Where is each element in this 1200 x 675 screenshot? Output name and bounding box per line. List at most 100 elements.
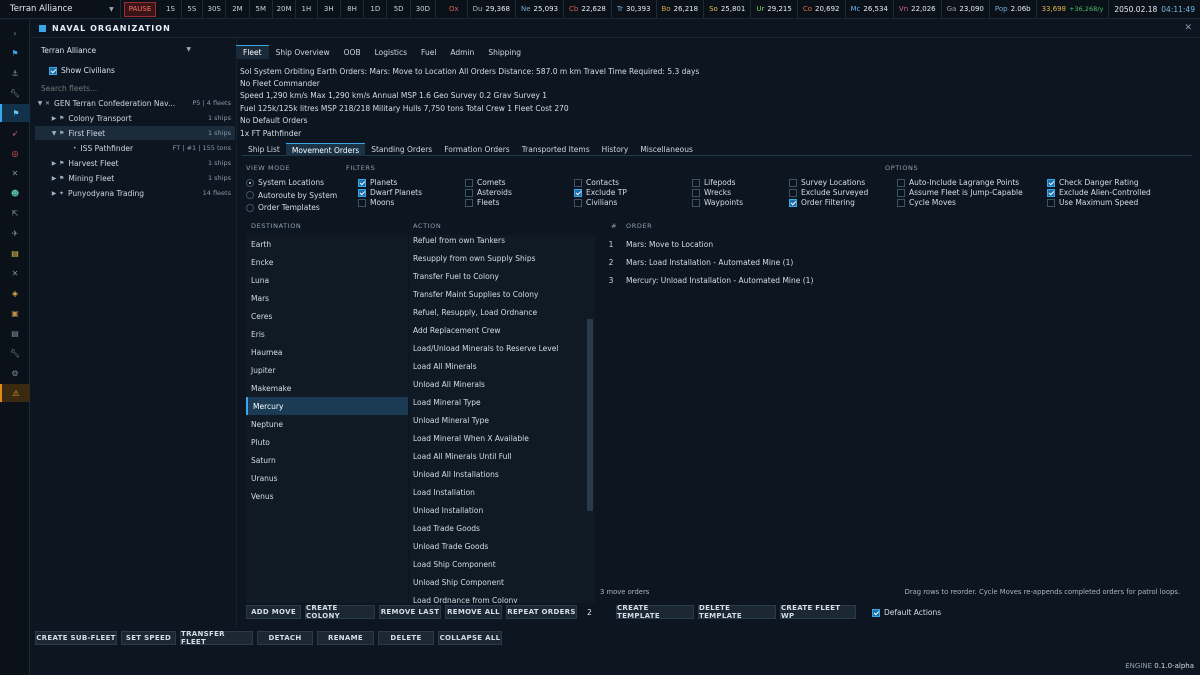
tab-shipping[interactable]: Shipping bbox=[481, 45, 528, 59]
tag-icon[interactable]: ◈ bbox=[0, 284, 30, 302]
chevron-down-icon[interactable]: ▼ bbox=[49, 130, 59, 137]
tree-item-harvest-fleet[interactable]: ▶ ⚑ Harvest Fleet 1 ships bbox=[35, 156, 235, 170]
filter-checkbox[interactable] bbox=[358, 198, 366, 207]
speed-20m-button[interactable]: 20M bbox=[273, 0, 297, 19]
destination-saturn[interactable]: Saturn bbox=[246, 451, 408, 469]
cross-icon[interactable]: ✕ bbox=[0, 164, 30, 182]
speed-1d-button[interactable]: 1D bbox=[364, 0, 388, 19]
destination-encke[interactable]: Encke bbox=[246, 253, 408, 271]
speed-1h-button[interactable]: 1H bbox=[296, 0, 318, 19]
option-checkbox[interactable] bbox=[897, 198, 905, 207]
destination-uranus[interactable]: Uranus bbox=[246, 469, 408, 487]
destination-mars[interactable]: Mars bbox=[246, 289, 408, 307]
chevron-right-icon[interactable]: ▶ bbox=[49, 190, 59, 197]
speed-30s-button[interactable]: 30S bbox=[203, 0, 227, 19]
tab-oob[interactable]: OOB bbox=[337, 45, 368, 59]
filter-checkbox[interactable] bbox=[465, 178, 473, 187]
filter-fleets[interactable]: Fleets bbox=[465, 198, 499, 207]
filter-checkbox[interactable] bbox=[692, 178, 700, 187]
destination-neptune[interactable]: Neptune bbox=[246, 415, 408, 433]
view-mode-system-locations[interactable]: System Locations bbox=[246, 178, 324, 187]
anchor-icon[interactable]: ⚓ bbox=[0, 64, 30, 82]
speed-5m-button[interactable]: 5M bbox=[250, 0, 273, 19]
destination-pluto[interactable]: Pluto bbox=[246, 433, 408, 451]
speed-3h-button[interactable]: 3H bbox=[318, 0, 341, 19]
filter-dwarf-planets[interactable]: Dwarf Planets bbox=[358, 188, 422, 197]
create-fleet-wp-button[interactable]: CREATE FLEET WP bbox=[780, 604, 856, 620]
order-row[interactable]: 3 Mercury: Unload Installation - Automate… bbox=[596, 271, 1186, 289]
action-load-all-minerals-until-full[interactable]: Load All Minerals Until Full bbox=[409, 447, 589, 465]
option-check-danger-rating[interactable]: Check Danger Rating bbox=[1047, 178, 1139, 187]
expand-icon[interactable]: › bbox=[0, 24, 30, 42]
people-icon[interactable]: ☻ bbox=[0, 184, 30, 202]
tree-item-mining-fleet[interactable]: ▶ ⚑ Mining Fleet 1 ships bbox=[35, 171, 235, 185]
repeat-orders-button[interactable]: REPEAT ORDERS bbox=[506, 605, 577, 619]
filter-checkbox[interactable] bbox=[574, 198, 582, 207]
target-icon[interactable]: ◎ bbox=[0, 144, 30, 162]
view-mode-order-templates[interactable]: Order Templates bbox=[246, 203, 320, 212]
filter-checkbox[interactable] bbox=[465, 188, 473, 197]
chevron-right-icon[interactable]: ▶ bbox=[49, 175, 59, 182]
option-cycle-moves[interactable]: Cycle Moves bbox=[897, 198, 956, 207]
filter-civilians[interactable]: Civilians bbox=[574, 198, 617, 207]
option-checkbox[interactable] bbox=[1047, 188, 1055, 197]
detach-button[interactable]: DETACH bbox=[257, 631, 313, 645]
subtab-formation-orders[interactable]: Formation Orders bbox=[438, 143, 515, 156]
tab-ship-overview[interactable]: Ship Overview bbox=[269, 45, 337, 59]
action-load-unload-minerals-to-reserve-level[interactable]: Load/Unload Minerals to Reserve Level bbox=[409, 339, 589, 357]
filter-planets[interactable]: Planets bbox=[358, 178, 397, 187]
speed-2m-button[interactable]: 2M bbox=[226, 0, 250, 19]
box-icon[interactable]: ▣ bbox=[0, 304, 30, 322]
repeat-count-input[interactable]: 2 bbox=[579, 605, 605, 619]
action-load-all-minerals[interactable]: Load All Minerals bbox=[409, 357, 589, 375]
filter-contacts[interactable]: Contacts bbox=[574, 178, 619, 187]
clipboard-icon[interactable]: ▤ bbox=[0, 324, 30, 342]
remove-last-button[interactable]: REMOVE LAST bbox=[379, 605, 441, 619]
order-row[interactable]: 2 Mars: Load Installation - Automated Min… bbox=[596, 253, 1186, 271]
tab-admin[interactable]: Admin bbox=[443, 45, 481, 59]
remove-all-button[interactable]: REMOVE ALL bbox=[445, 605, 502, 619]
pause-button[interactable]: PAUSE bbox=[123, 1, 157, 17]
action-load-ordnance-from-colony[interactable]: Load Ordnance from Colony bbox=[409, 591, 589, 604]
delete-button[interactable]: DELETE bbox=[378, 631, 434, 645]
filter-checkbox[interactable] bbox=[574, 188, 582, 197]
destination-ceres[interactable]: Ceres bbox=[246, 307, 408, 325]
chevron-right-icon[interactable]: ▶ bbox=[49, 115, 59, 122]
faction-dropdown[interactable]: Terran Alliance ▼ bbox=[41, 46, 191, 57]
filter-lifepods[interactable]: Lifepods bbox=[692, 178, 736, 187]
radio-button[interactable] bbox=[246, 178, 254, 187]
destination-earth[interactable]: Earth bbox=[246, 235, 408, 253]
speed-5s-button[interactable]: 5S bbox=[182, 0, 204, 19]
filter-wrecks[interactable]: Wrecks bbox=[692, 188, 731, 197]
tree-item-colony-transport[interactable]: ▶ ⚑ Colony Transport 1 ships bbox=[35, 111, 235, 125]
delete-template-button[interactable]: DELETE TEMPLATE bbox=[698, 604, 776, 620]
destination-luna[interactable]: Luna bbox=[246, 271, 408, 289]
view-mode-autoroute-by-system[interactable]: Autoroute by System bbox=[246, 191, 337, 200]
collapse-all-button[interactable]: COLLAPSE ALL bbox=[438, 631, 502, 645]
filter-asteroids[interactable]: Asteroids bbox=[465, 188, 512, 197]
speed-8h-button[interactable]: 8H bbox=[341, 0, 365, 19]
clipboard-icon[interactable]: ▤ bbox=[0, 244, 30, 262]
filter-waypoints[interactable]: Waypoints bbox=[692, 198, 743, 207]
subtab-history[interactable]: History bbox=[596, 143, 635, 156]
transfer-fleet-button[interactable]: TRANSFER FLEET bbox=[180, 630, 253, 646]
option-checkbox[interactable] bbox=[1047, 198, 1055, 207]
faction-selector[interactable]: Terran Alliance ▼ bbox=[0, 0, 121, 19]
action-load-mineral-type[interactable]: Load Mineral Type bbox=[409, 393, 589, 411]
filter-checkbox[interactable] bbox=[465, 198, 473, 207]
wrench-icon[interactable]: 🔧︎ bbox=[0, 344, 30, 362]
create-sub-fleet-button[interactable]: CREATE SUB-FLEET bbox=[35, 631, 117, 645]
filter-checkbox[interactable] bbox=[692, 188, 700, 197]
subtab-transported-items[interactable]: Transported Items bbox=[516, 143, 596, 156]
action-refuel-from-own-tankers[interactable]: Refuel from own Tankers bbox=[409, 235, 589, 249]
option-checkbox[interactable] bbox=[897, 178, 905, 187]
tree-item-iss-pathfinder[interactable]: • ISS Pathfinder FT | #1 | 155 tons bbox=[35, 141, 235, 155]
option-auto-include-lagrange-points[interactable]: Auto-Include Lagrange Points bbox=[897, 178, 1019, 187]
filter-survey-locations[interactable]: Survey Locations bbox=[789, 178, 865, 187]
filter-checkbox[interactable] bbox=[574, 178, 582, 187]
destination-mercury[interactable]: Mercury bbox=[246, 397, 408, 415]
action-unload-all-installations[interactable]: Unload All Installations bbox=[409, 465, 589, 483]
flag-icon[interactable]: ⚑ bbox=[0, 44, 30, 62]
wrench-icon[interactable]: 🔧︎ bbox=[0, 84, 30, 102]
tab-fuel[interactable]: Fuel bbox=[414, 45, 443, 59]
